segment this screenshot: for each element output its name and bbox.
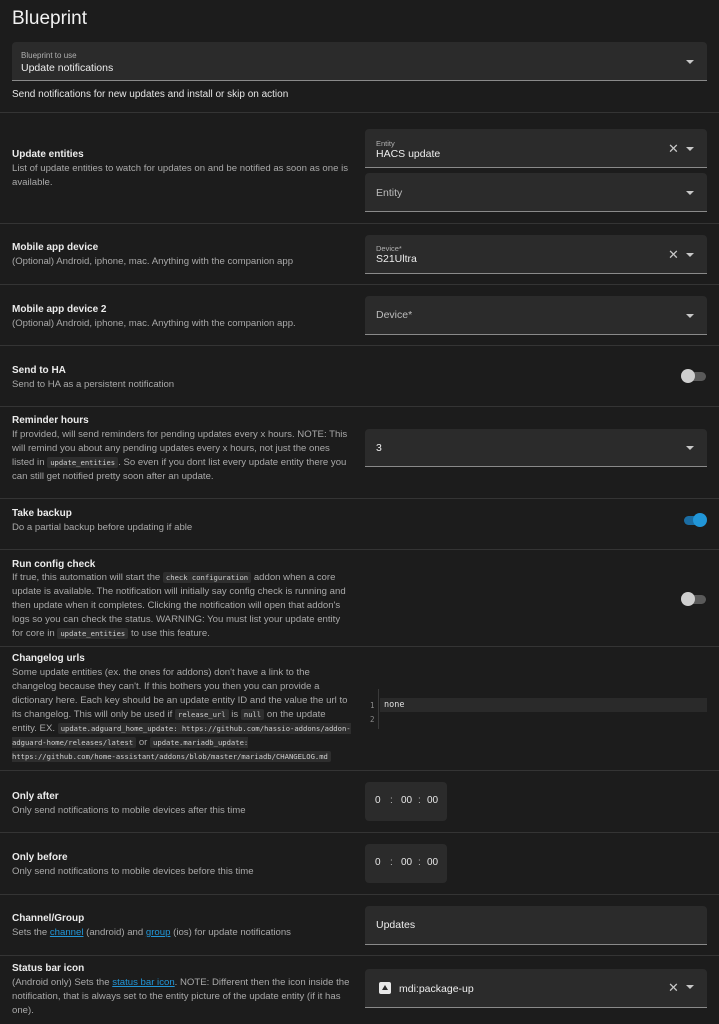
changelog-title: Changelog urls	[12, 653, 85, 664]
update-entities-description: List of update entities to watch for upd…	[12, 163, 349, 188]
send-to-ha-toggle[interactable]	[681, 369, 707, 383]
line-number: 1	[370, 701, 375, 710]
update-entities-title: Update entities	[12, 149, 84, 160]
entity-select-1-value: HACS update	[376, 148, 441, 160]
blueprint-select-label: Blueprint to use	[21, 51, 77, 60]
only-after-time-input[interactable]: 0 : 00 : 00	[365, 782, 447, 821]
config-check-title: Run config check	[12, 559, 96, 570]
status-icon-description: (Android only) Sets the status bar icon.…	[12, 977, 350, 1016]
take-backup-description: Do a partial backup before updating if a…	[12, 522, 193, 533]
channel-link[interactable]: channel	[50, 927, 84, 938]
device-select-label: Device*	[376, 244, 402, 253]
section-divider	[0, 112, 719, 113]
entity-select-2-placeholder: Entity	[376, 187, 403, 199]
icon-picker[interactable]: mdi:package-up ✕	[365, 969, 707, 1008]
status-icon-title: Status bar icon	[12, 963, 85, 974]
reminder-hours-select[interactable]: 3	[365, 429, 707, 467]
section-divider	[0, 345, 719, 346]
channel-input-value: Updates	[376, 919, 416, 931]
seconds-field[interactable]: 00	[427, 795, 438, 806]
hours-field[interactable]: 0	[375, 795, 381, 806]
entity-select-2[interactable]: Entity	[365, 173, 707, 212]
config-check-toggle[interactable]	[681, 592, 707, 606]
only-before-title: Only before	[12, 852, 68, 863]
take-backup-toggle[interactable]	[681, 513, 707, 527]
reminder-hours-value: 3	[376, 442, 382, 454]
section-divider	[0, 770, 719, 771]
time-separator: :	[390, 857, 393, 868]
mobile-device-2-description: (Optional) Android, iphone, mac. Anythin…	[12, 318, 296, 329]
chevron-down-icon[interactable]	[686, 314, 694, 318]
entity-select-1[interactable]: Entity HACS update ✕	[365, 129, 707, 168]
minutes-field[interactable]: 00	[401, 795, 412, 806]
toggle-knob	[681, 369, 695, 383]
minutes-field[interactable]: 00	[401, 857, 412, 868]
send-to-ha-description: Send to HA as a persistent notification	[12, 379, 175, 390]
only-after-description: Only send notifications to mobile device…	[12, 805, 246, 816]
changelog-code-editor[interactable]: 1 2 none	[365, 689, 707, 729]
chevron-down-icon[interactable]	[686, 191, 694, 195]
send-to-ha-title: Send to HA	[12, 365, 66, 376]
mobile-device-2-title: Mobile app device 2	[12, 304, 107, 315]
section-divider	[0, 406, 719, 407]
channel-description: Sets the channel (android) and group (io…	[12, 927, 291, 938]
config-check-description: If true, this automation will start the …	[12, 572, 346, 639]
blueprint-description: Send notifications for new updates and i…	[12, 89, 289, 100]
clear-icon[interactable]: ✕	[668, 248, 679, 261]
channel-title: Channel/Group	[12, 913, 85, 924]
entity-select-1-label: Entity	[376, 139, 395, 148]
take-backup-title: Take backup	[12, 508, 72, 519]
line-number: 2	[370, 715, 375, 724]
chevron-down-icon[interactable]	[686, 446, 694, 450]
device-2-select-placeholder: Device*	[376, 309, 413, 321]
package-up-icon	[379, 982, 391, 994]
clear-icon[interactable]: ✕	[668, 142, 679, 155]
clear-icon[interactable]: ✕	[668, 981, 679, 994]
page-title: Blueprint	[12, 8, 87, 29]
status-bar-icon-link[interactable]: status bar icon	[112, 977, 174, 988]
section-divider	[0, 223, 719, 224]
section-divider	[0, 498, 719, 499]
reminder-hours-description: If provided, will send reminders for pen…	[12, 429, 348, 482]
toggle-knob	[681, 592, 695, 606]
channel-input[interactable]: Updates	[365, 906, 707, 945]
group-link[interactable]: group	[146, 927, 171, 938]
blueprint-select-value: Update notifications	[21, 62, 114, 74]
section-divider	[0, 832, 719, 833]
chevron-down-icon[interactable]	[686, 253, 694, 257]
chevron-down-icon	[686, 60, 694, 64]
hours-field[interactable]: 0	[375, 857, 381, 868]
only-after-title: Only after	[12, 791, 59, 802]
chevron-down-icon[interactable]	[686, 985, 694, 989]
time-separator: :	[418, 857, 421, 868]
only-before-time-input[interactable]: 0 : 00 : 00	[365, 844, 447, 883]
time-separator: :	[418, 795, 421, 806]
section-divider	[0, 646, 719, 647]
icon-picker-value: mdi:package-up	[399, 983, 474, 995]
section-divider	[0, 549, 719, 550]
toggle-knob	[693, 513, 707, 527]
only-before-description: Only send notifications to mobile device…	[12, 866, 254, 877]
section-divider	[0, 284, 719, 285]
editor-text[interactable]: none	[384, 700, 404, 710]
section-divider	[0, 894, 719, 895]
reminder-hours-title: Reminder hours	[12, 415, 89, 426]
changelog-description: Some update entities (ex. the ones for a…	[12, 667, 351, 762]
mobile-device-title: Mobile app device	[12, 242, 99, 253]
chevron-down-icon[interactable]	[686, 147, 694, 151]
section-divider	[0, 955, 719, 956]
device-select[interactable]: Device* S21Ultra ✕	[365, 235, 707, 274]
seconds-field[interactable]: 00	[427, 857, 438, 868]
editor-active-line	[380, 698, 707, 712]
device-2-select[interactable]: Device*	[365, 296, 707, 335]
device-select-value: S21Ultra	[376, 253, 417, 265]
blueprint-select[interactable]: Blueprint to use Update notifications	[12, 42, 707, 81]
mobile-device-description: (Optional) Android, iphone, mac. Anythin…	[12, 256, 294, 267]
time-separator: :	[390, 795, 393, 806]
